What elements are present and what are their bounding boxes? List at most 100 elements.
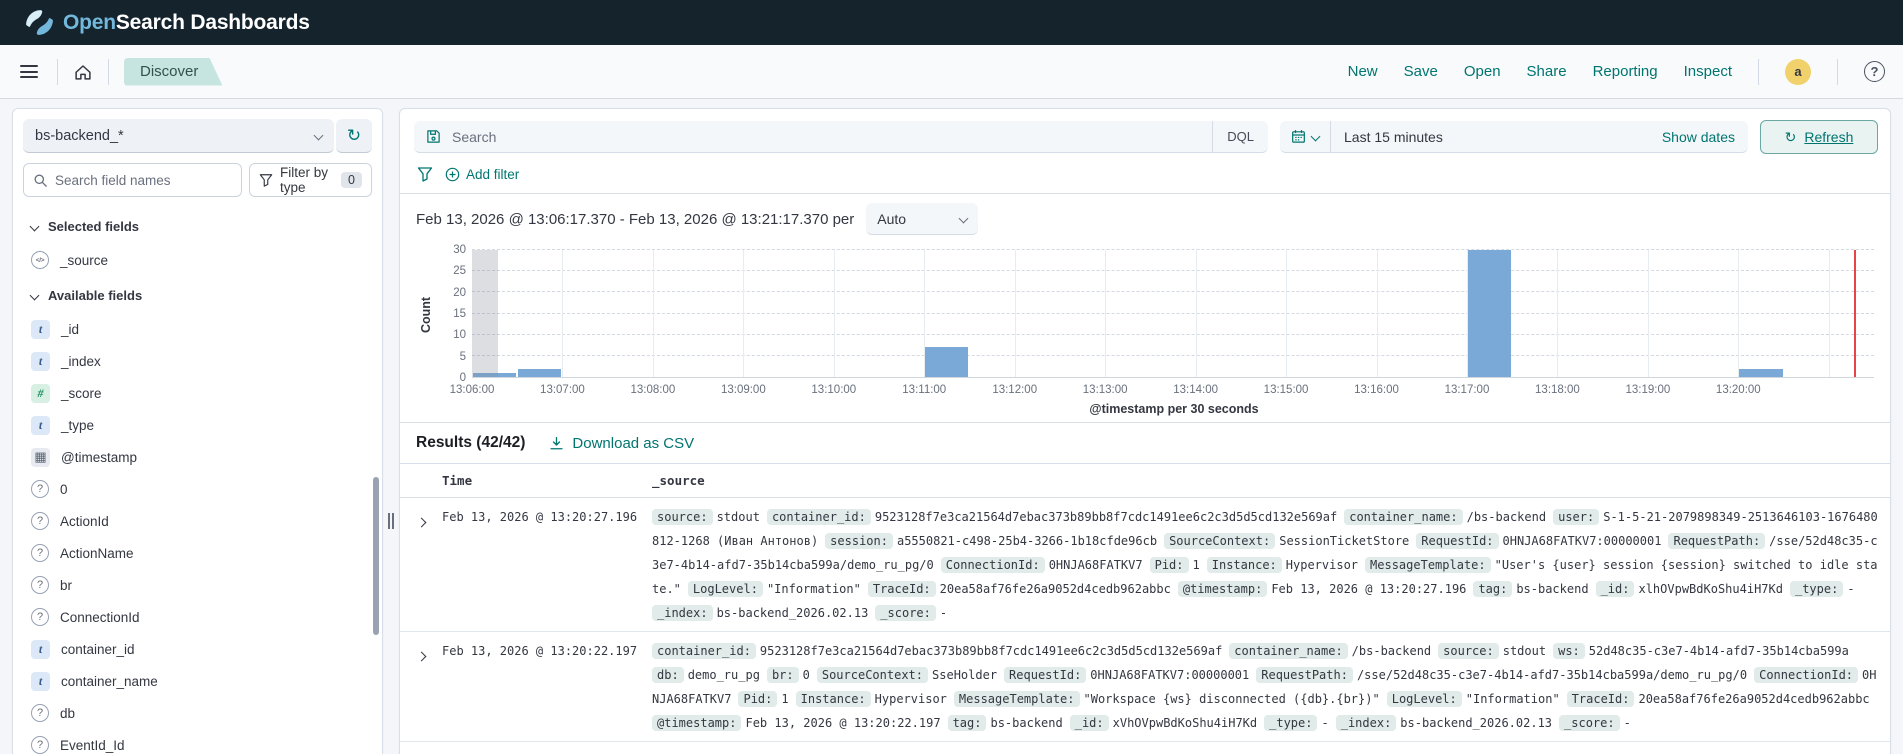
download-csv-button[interactable]: Download as CSV [549, 435, 694, 452]
field-name: _source [60, 253, 108, 268]
index-refresh-button[interactable]: ↻ [336, 119, 372, 153]
reporting-button[interactable]: Reporting [1593, 63, 1658, 80]
field-key-badge: RequestPath: [1668, 533, 1765, 549]
table-row[interactable]: Feb 13, 2026 @ 13:20:22.197container_id:… [400, 632, 1890, 742]
interval-select[interactable]: Auto [866, 203, 978, 235]
help-icon[interactable]: ? [1864, 61, 1885, 82]
field-item-_index[interactable]: t_index [25, 345, 370, 377]
field-search [23, 163, 242, 197]
x-tick-label: 13:15:00 [1264, 384, 1309, 396]
field-key-badge: container_id: [767, 509, 871, 525]
field-key-badge: session: [825, 533, 893, 549]
available-fields-header[interactable]: Available fields [25, 282, 370, 313]
avatar[interactable]: a [1785, 59, 1811, 85]
chart-time-range-label: Feb 13, 2026 @ 13:06:17.370 - Feb 13, 20… [416, 211, 854, 228]
field-value: 1 [1193, 558, 1200, 572]
field-item-br[interactable]: ?br [25, 569, 370, 601]
add-filter-button[interactable]: Add filter [445, 167, 519, 182]
field-item-_source[interactable]: </>_source [25, 244, 370, 276]
field-item-_type[interactable]: t_type [25, 409, 370, 441]
field-item-ActionName[interactable]: ?ActionName [25, 537, 370, 569]
field-item-@timestamp[interactable]: ▦@timestamp [25, 441, 370, 473]
field-value: - [1847, 582, 1854, 596]
save-query-icon[interactable] [414, 121, 452, 152]
filter-icon[interactable] [417, 166, 433, 182]
share-button[interactable]: Share [1527, 63, 1567, 80]
chevron-right-icon [417, 518, 427, 528]
filter-icon [259, 173, 273, 187]
field-value: Hypervisor [875, 692, 947, 706]
query-bar: DQL [414, 121, 1268, 153]
histogram-bar [1468, 250, 1511, 377]
open-button[interactable]: Open [1464, 63, 1501, 80]
x-tick-label: 13:17:00 [1445, 384, 1490, 396]
field-item-ActionId[interactable]: ?ActionId [25, 505, 370, 537]
field-key-badge: container_id: [652, 643, 756, 659]
date-picker: Last 15 minutes Show dates [1280, 121, 1748, 153]
x-tick-label: 13:11:00 [902, 384, 946, 396]
refresh-button[interactable]: ↻ Refresh [1760, 120, 1878, 154]
x-gridline [562, 250, 563, 377]
show-dates-button[interactable]: Show dates [1662, 129, 1748, 145]
breadcrumb-discover[interactable]: Discover [124, 58, 222, 86]
chevron-down-icon [1311, 132, 1321, 142]
time-column-header: Time [442, 473, 652, 488]
field-item-container_id[interactable]: tcontainer_id [25, 633, 370, 665]
x-tick-label: 13:20:00 [1716, 384, 1761, 396]
field-item-container_name[interactable]: tcontainer_name [25, 665, 370, 697]
field-item-0[interactable]: ?0 [25, 473, 370, 505]
field-item-ConnectionId[interactable]: ?ConnectionId [25, 601, 370, 633]
menu-icon[interactable] [16, 61, 42, 82]
field-value: 0 [803, 668, 810, 682]
calendar-button[interactable] [1280, 121, 1331, 152]
unknown-field-icon: ? [31, 704, 49, 722]
field-item-EventId_Id[interactable]: ?EventId_Id [25, 729, 370, 754]
chevron-down-icon [30, 222, 40, 232]
field-name: @timestamp [61, 450, 137, 465]
field-name: _type [61, 418, 94, 433]
new-button[interactable]: New [1348, 63, 1378, 80]
y-gridline [472, 355, 1874, 356]
query-language-button[interactable]: DQL [1212, 121, 1268, 152]
index-pattern-value: bs-backend_* [35, 128, 315, 144]
results-count: Results (42/42) [416, 434, 525, 452]
panel-resizer[interactable] [383, 108, 399, 754]
field-key-badge: Instance: [796, 691, 871, 707]
field-item-_id[interactable]: t_id [25, 313, 370, 345]
field-key-badge: source: [652, 509, 713, 525]
search-icon [33, 173, 48, 188]
table-row[interactable]: Feb 13, 2026 @ 13:20:27.196source:stdout… [400, 498, 1890, 632]
expand-row-button[interactable] [400, 505, 442, 625]
opensearch-logo[interactable]: OpenSearch Dashboards [26, 9, 310, 36]
sidebar-search-row: Filter by type 0 [23, 163, 372, 197]
expand-row-button[interactable] [400, 639, 442, 735]
save-button[interactable]: Save [1404, 63, 1438, 80]
y-tick-label: 30 [453, 244, 466, 256]
histogram-plot[interactable]: 13:06:0013:07:0013:08:0013:09:0013:10:00… [472, 250, 1874, 378]
x-tick-label: 13:16:00 [1354, 384, 1399, 396]
sidebar-scrollbar[interactable] [373, 477, 379, 635]
search-input[interactable] [452, 121, 1212, 152]
field-key-badge: db: [652, 667, 684, 683]
selected-fields-header[interactable]: Selected fields [25, 213, 370, 244]
results-table-body: Feb 13, 2026 @ 13:20:27.196source:stdout… [400, 498, 1890, 742]
field-item-db[interactable]: ?db [25, 697, 370, 729]
filter-by-type-button[interactable]: Filter by type 0 [249, 163, 372, 197]
field-key-badge: @timestamp: [652, 715, 741, 731]
index-pattern-row: bs-backend_* ↻ [23, 119, 372, 153]
index-pattern-select[interactable]: bs-backend_* [23, 119, 334, 153]
field-value: bs-backend [1516, 582, 1588, 596]
field-key-badge: ConnectionId: [941, 557, 1045, 573]
y-axis-ticks: 051015202530 [434, 250, 466, 378]
field-search-input[interactable] [55, 173, 232, 188]
field-value: 1 [781, 692, 788, 706]
field-item-_score[interactable]: #_score [25, 377, 370, 409]
inspect-button[interactable]: Inspect [1684, 63, 1732, 80]
field-key-badge: tag: [1473, 581, 1512, 597]
y-gridline [472, 270, 1874, 271]
time-range-value[interactable]: Last 15 minutes [1331, 129, 1662, 145]
home-icon[interactable] [73, 62, 93, 82]
x-gridline [1286, 250, 1287, 377]
field-value: 0HNJA68FATKV7:00000001 [1503, 534, 1662, 548]
row-source: source:stdoutcontainer_id:9523128f7e3ca2… [652, 505, 1890, 625]
